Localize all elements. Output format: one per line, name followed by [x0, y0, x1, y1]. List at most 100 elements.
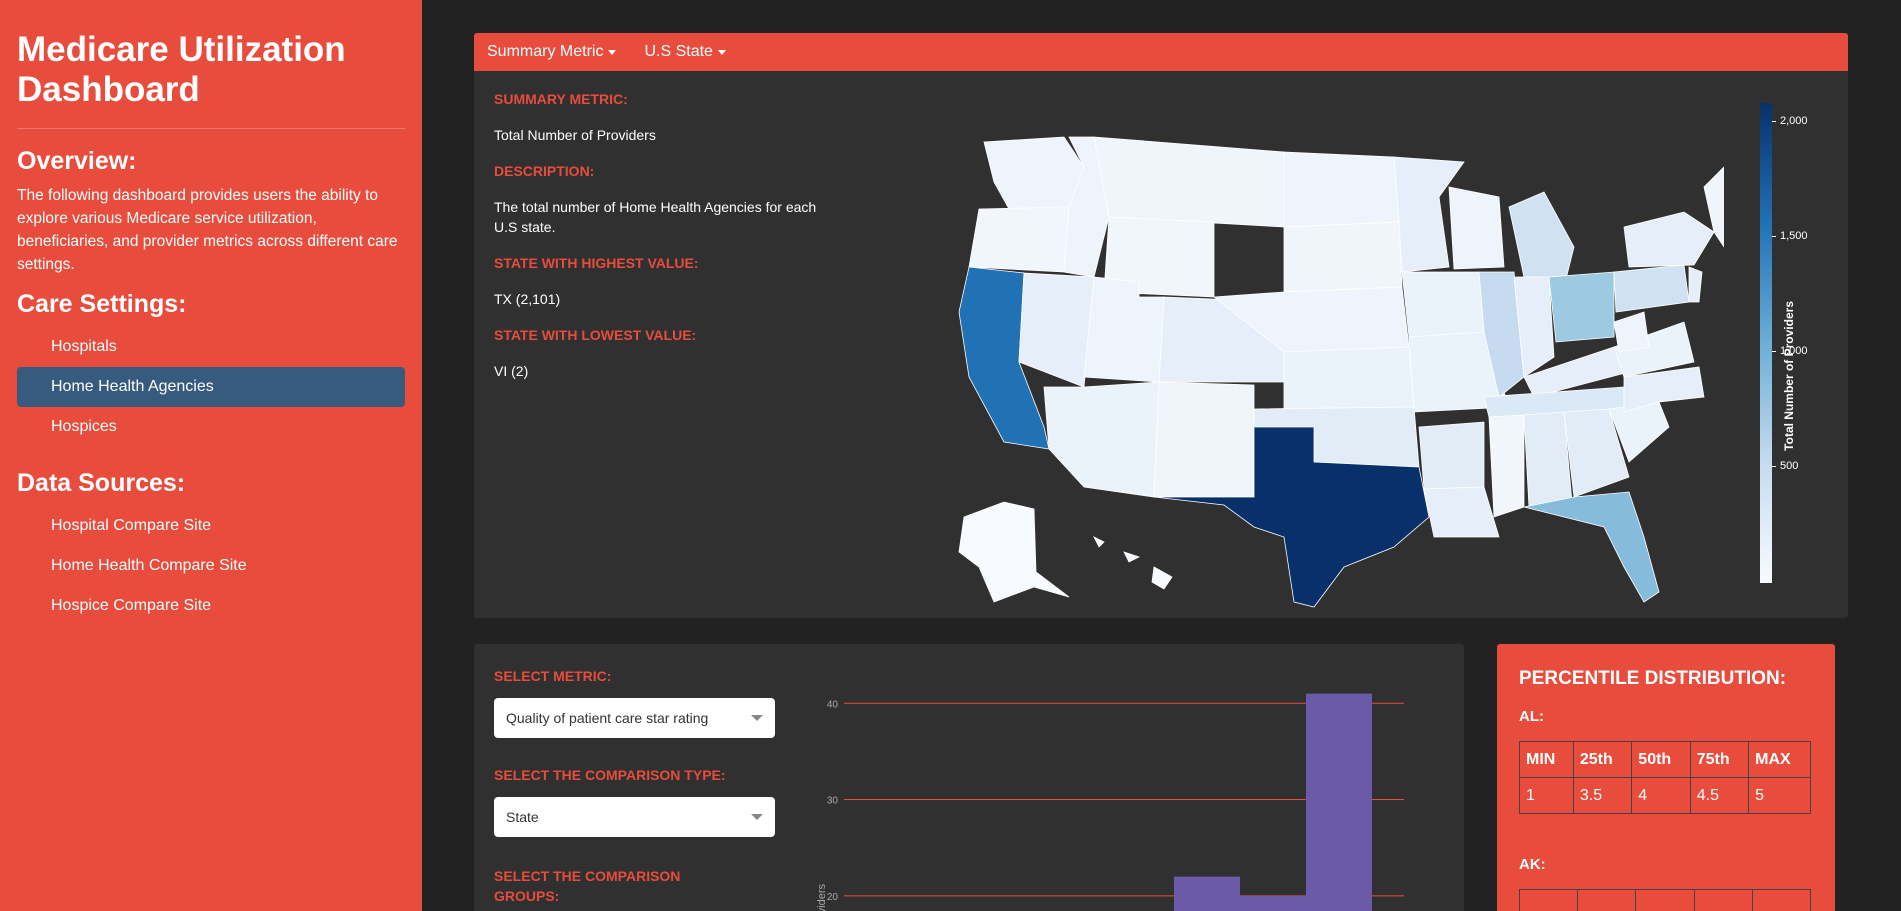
state-nj[interactable]: [1688, 266, 1703, 303]
state-or[interactable]: [968, 206, 1070, 273]
cell-25th: 3.5: [1572, 777, 1633, 814]
state-mi[interactable]: [1508, 191, 1575, 288]
state-ks[interactable]: [1283, 346, 1415, 410]
cell-75th: 4.5: [1689, 777, 1750, 814]
percentile-table-al: MIN 25th 50th 75th MAX 1 3.5 4 4.5 5: [1519, 741, 1811, 814]
state-sd[interactable]: [1283, 221, 1403, 293]
chevron-down-icon: [751, 814, 763, 820]
data-sources-nav: Hospital Compare Site Home Health Compar…: [17, 506, 405, 626]
care-settings-nav: Hospitals Home Health Agencies Hospices: [17, 327, 405, 447]
metric-select[interactable]: Quality of patient care star rating: [494, 698, 775, 738]
us-choropleth-map[interactable]: [924, 97, 1724, 617]
histogram-chart[interactable]: 20 30 40: [814, 684, 1414, 911]
state-label-ak: AK:: [1519, 856, 1546, 873]
select-metric-label: SELECT METRIC:: [494, 668, 612, 684]
dashboard-title: Medicare Utilization Dashboard: [17, 30, 405, 129]
table-header-row: MIN 25th 50th 75th MAX: [1519, 741, 1811, 778]
colorbar-title: Total Number of Providers: [1782, 301, 1796, 451]
state-oh[interactable]: [1548, 271, 1615, 343]
y-tick-label: 30: [827, 796, 839, 807]
col-min: [1518, 889, 1579, 911]
state-nm[interactable]: [1153, 381, 1255, 498]
summary-metric-value: Total Number of Providers: [494, 127, 656, 143]
summary-info: SUMMARY METRIC: Total Number of Provider…: [494, 91, 834, 399]
lowest-label: STATE WITH LOWEST VALUE:: [494, 327, 697, 343]
nav-item-home-health-agencies[interactable]: Home Health Agencies: [17, 367, 405, 407]
link-home-health-compare[interactable]: Home Health Compare Site: [17, 546, 405, 586]
state-hi[interactable]: [1093, 536, 1173, 590]
state-ms[interactable]: [1488, 414, 1525, 518]
col-max: [1751, 889, 1812, 911]
state-wv[interactable]: [1613, 311, 1650, 353]
cell-50th: 4: [1631, 777, 1691, 814]
us-state-dropdown[interactable]: U.S State: [644, 43, 726, 61]
link-hospital-compare[interactable]: Hospital Compare Site: [17, 506, 405, 546]
percentile-table-ak: [1518, 889, 1812, 911]
comparison-type-select[interactable]: State: [494, 797, 775, 837]
state-la[interactable]: [1423, 486, 1500, 538]
colorbar-tick: 500: [1772, 460, 1798, 472]
state-ny[interactable]: [1623, 211, 1715, 268]
comparison-type-select-value: State: [506, 809, 539, 825]
caret-down-icon: [717, 49, 726, 55]
metric-control: SELECT METRIC: Quality of patient care s…: [494, 668, 775, 738]
histogram-bar[interactable]: [1240, 895, 1306, 911]
percentile-title: PERCENTILE DISTRIBUTION:: [1519, 668, 1787, 689]
state-al[interactable]: [1523, 411, 1573, 508]
colorbar-tick: 1,500: [1772, 230, 1808, 242]
state-ia[interactable]: [1401, 271, 1485, 338]
colorbar: [1760, 103, 1772, 583]
comparison-groups-control: SELECT THE COMPARISON GROUPS:: [494, 866, 694, 911]
description-label: DESCRIPTION:: [494, 163, 595, 179]
summary-metric-label: SUMMARY METRIC:: [494, 91, 628, 107]
summary-card: Summary Metric U.S State SUMMARY METRIC:…: [474, 33, 1848, 618]
state-ak[interactable]: [958, 501, 1070, 603]
y-tick-label: 40: [827, 699, 839, 710]
state-wi[interactable]: [1448, 186, 1505, 270]
percentile-card: PERCENTILE DISTRIBUTION: AL: MIN 25th 50…: [1497, 644, 1835, 911]
histogram-bar[interactable]: [1306, 693, 1372, 911]
state-nd[interactable]: [1283, 151, 1400, 228]
cell-max: 5: [1748, 777, 1811, 814]
histogram-bar[interactable]: [1174, 876, 1240, 911]
nav-item-hospitals[interactable]: Hospitals: [17, 327, 405, 367]
colorbar-tick: 2,000: [1772, 115, 1808, 127]
y-axis-label: # of Providers: [816, 884, 828, 911]
state-mt[interactable]: [1093, 136, 1285, 228]
state-az[interactable]: [1043, 381, 1160, 498]
highest-label: STATE WITH HIGHEST VALUE:: [494, 255, 699, 271]
state-nv[interactable]: [1018, 272, 1095, 388]
caret-down-icon: [608, 49, 617, 55]
us-state-dropdown-label: U.S State: [644, 43, 713, 60]
y-tick-label: 20: [827, 892, 839, 903]
col-min: MIN: [1519, 741, 1574, 778]
link-hospice-compare[interactable]: Hospice Compare Site: [17, 586, 405, 626]
col-25th: 25th: [1572, 741, 1633, 778]
state-wa[interactable]: [983, 136, 1085, 210]
state-fl[interactable]: [1523, 491, 1660, 603]
nav-item-hospices[interactable]: Hospices: [17, 407, 405, 447]
table-header-row: [1518, 889, 1812, 911]
summary-metric-dropdown-label: Summary Metric: [487, 43, 604, 60]
select-comparison-type-label: SELECT THE COMPARISON TYPE:: [494, 767, 726, 783]
metric-select-value: Quality of patient care star rating: [506, 710, 709, 726]
care-settings-heading: Care Settings:: [17, 290, 187, 318]
data-sources-heading: Data Sources:: [17, 469, 186, 497]
comparison-card: SELECT METRIC: Quality of patient care s…: [474, 644, 1464, 911]
table-row: 1 3.5 4 4.5 5: [1519, 777, 1811, 814]
description-value: The total number of Home Health Agencies…: [494, 199, 817, 235]
comparison-type-control: SELECT THE COMPARISON TYPE: State: [494, 767, 775, 837]
highest-value: TX (2,101): [494, 291, 561, 307]
state-ar[interactable]: [1418, 421, 1485, 490]
state-pa[interactable]: [1613, 264, 1690, 313]
overview-text: The following dashboard provides users t…: [17, 187, 398, 273]
cell-min: 1: [1519, 777, 1574, 814]
summary-metric-dropdown[interactable]: Summary Metric: [487, 43, 617, 61]
col-25th: [1577, 889, 1637, 911]
card-navbar: Summary Metric U.S State: [474, 33, 1848, 71]
col-max: MAX: [1748, 741, 1811, 778]
col-75th: 75th: [1689, 741, 1750, 778]
state-label-al: AL:: [1519, 708, 1544, 725]
chevron-down-icon: [751, 715, 763, 721]
overview-heading: Overview:: [17, 147, 137, 175]
